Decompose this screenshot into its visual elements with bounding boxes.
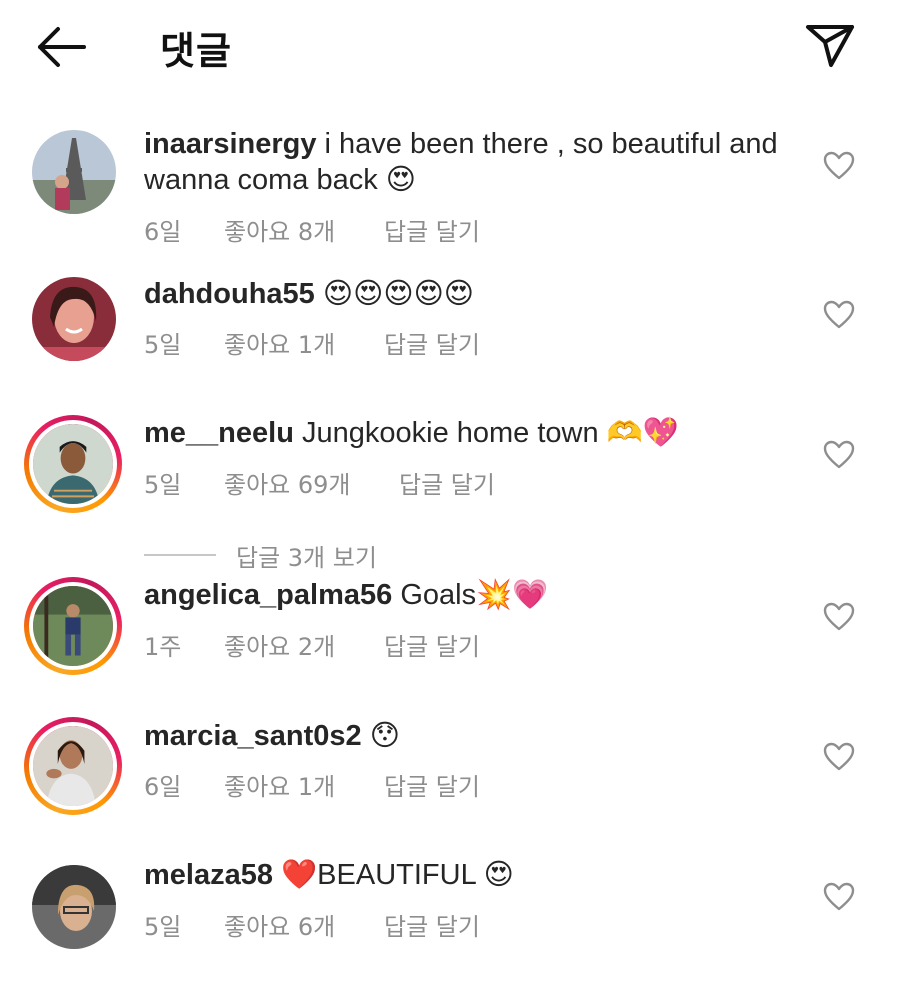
comment-time: 5일 (144, 913, 182, 941)
heart-icon (823, 882, 855, 911)
heart-icon (823, 300, 855, 329)
comment-likes[interactable]: 좋아요 2개 (224, 627, 384, 662)
comment-likes[interactable]: 좋아요 1개 (224, 767, 384, 802)
arrow-left-icon (38, 27, 86, 67)
comment-text: me__neelu Jungkookie home town 🫶💖 (144, 415, 804, 451)
comment-text: dahdouha55 😍😍😍😍😍 (144, 275, 804, 312)
comment-meta: 5일 좋아요 6개 답글 달기 (144, 907, 480, 942)
comment-meta: 5일 좋아요 1개 답글 달기 (144, 325, 480, 360)
header-bar: 댓글 (0, 0, 900, 92)
heart-icon (823, 151, 855, 180)
reply-button[interactable]: 답글 달기 (384, 627, 480, 662)
comment-item: angelica_palma56 Goals💥💗 1주 좋아요 2개 답글 달기 (0, 577, 900, 737)
comment-text: angelica_palma56 Goals💥💗 (144, 577, 804, 613)
heart-icon (823, 440, 855, 469)
comment-likes[interactable]: 좋아요 69개 (224, 465, 399, 500)
comment-time: 1주 (144, 633, 182, 661)
reply-button[interactable]: 답글 달기 (384, 907, 480, 942)
comment-body: ❤️BEAUTIFUL 😍 (281, 859, 514, 891)
heart-icon (823, 602, 855, 631)
view-replies-button[interactable]: 답글 3개 보기 (236, 538, 377, 573)
reply-button[interactable]: 답글 달기 (384, 767, 480, 802)
comment-meta: 6일 좋아요 8개 답글 달기 (144, 212, 480, 247)
comment-username[interactable]: dahdouha55 (144, 278, 315, 310)
back-button[interactable] (34, 22, 90, 72)
send-button[interactable] (802, 20, 858, 70)
comment-item: dahdouha55 😍😍😍😍😍 5일 좋아요 1개 답글 달기 (0, 275, 900, 415)
comment-item: me__neelu Jungkookie home town 🫶💖 5일 좋아요… (0, 415, 900, 535)
comment-username[interactable]: melaza58 (144, 859, 273, 891)
comment-body: Goals💥💗 (400, 579, 549, 611)
like-button[interactable] (822, 741, 856, 773)
avatar[interactable] (32, 130, 116, 214)
comment-username[interactable]: angelica_palma56 (144, 579, 392, 611)
comment-time: 5일 (144, 331, 182, 359)
comment-username[interactable]: marcia_sant0s2 (144, 720, 362, 752)
comment-likes[interactable]: 좋아요 1개 (224, 325, 384, 360)
comment-time: 6일 (144, 773, 182, 801)
comment-list: inaarsinergy i have been there , so beau… (0, 100, 900, 994)
comment-item: melaza58 ❤️BEAUTIFUL 😍 5일 좋아요 6개 답글 달기 (0, 859, 900, 994)
comment-text: marcia_sant0s2 😯 (144, 717, 804, 754)
comment-username[interactable]: me__neelu (144, 417, 294, 449)
comment-body: 😍😍😍😍😍 (322, 276, 475, 310)
like-button[interactable] (822, 439, 856, 471)
avatar[interactable] (24, 415, 122, 513)
comment-body: 😯 (369, 718, 400, 752)
reply-divider (144, 554, 216, 556)
avatar[interactable] (24, 577, 122, 675)
comment-meta: 1주 좋아요 2개 답글 달기 (144, 627, 480, 662)
heart-icon (823, 742, 855, 771)
comment-text: melaza58 ❤️BEAUTIFUL 😍 (144, 857, 804, 893)
avatar[interactable] (32, 277, 116, 361)
avatar[interactable] (24, 717, 122, 815)
page-title: 댓글 (160, 29, 232, 73)
reply-button[interactable]: 답글 달기 (399, 465, 495, 500)
paper-plane-icon (806, 25, 854, 67)
like-button[interactable] (822, 299, 856, 331)
comment-time: 5일 (144, 471, 182, 499)
reply-button[interactable]: 답글 달기 (384, 212, 480, 247)
comment-meta: 5일 좋아요 69개 답글 달기 (144, 465, 495, 500)
comment-item: marcia_sant0s2 😯 6일 좋아요 1개 답글 달기 (0, 717, 900, 877)
like-button[interactable] (822, 150, 856, 182)
comment-meta: 6일 좋아요 1개 답글 달기 (144, 767, 480, 802)
comment-item: inaarsinergy i have been there , so beau… (0, 100, 900, 275)
reply-button[interactable]: 답글 달기 (384, 325, 480, 360)
avatar[interactable] (32, 865, 116, 949)
comment-time: 6일 (144, 218, 182, 246)
comment-body: Jungkookie home town 🫶💖 (301, 417, 679, 449)
comment-likes[interactable]: 좋아요 8개 (224, 212, 384, 247)
like-button[interactable] (822, 601, 856, 633)
comment-text: inaarsinergy i have been there , so beau… (144, 126, 804, 198)
comment-username[interactable]: inaarsinergy (144, 128, 316, 160)
comment-likes[interactable]: 좋아요 6개 (224, 907, 384, 942)
like-button[interactable] (822, 881, 856, 913)
